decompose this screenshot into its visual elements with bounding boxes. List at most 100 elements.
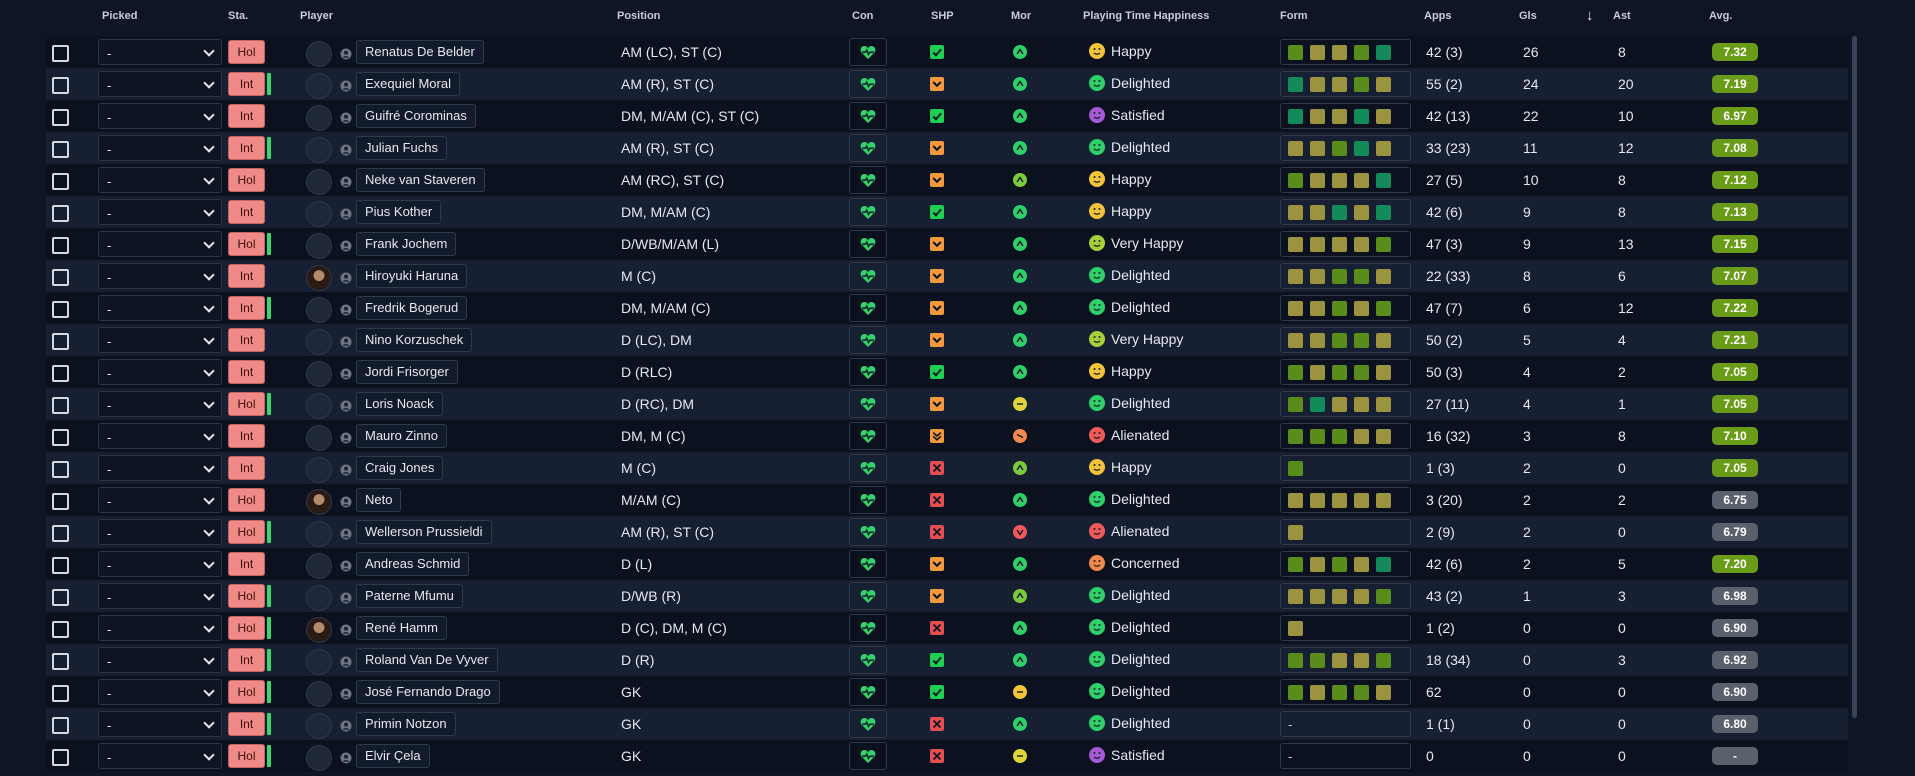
status-badge[interactable]: Int [228,264,265,288]
select-checkbox[interactable] [52,397,69,414]
table-row[interactable]: - Int Nino Korzuschek D (LC), DM Very Happy 5… [46,324,1848,356]
status-badge[interactable]: Int [228,360,265,384]
player-name-link[interactable]: René Hamm [356,616,447,640]
player-name-link[interactable]: José Fernando Drago [356,680,500,704]
col-picked-header[interactable]: Picked [102,10,137,22]
player-name-link[interactable]: Neke van Staveren [356,168,485,192]
picked-dropdown[interactable]: - [98,135,222,161]
player-name-link[interactable]: Renatus De Belder [356,40,484,64]
player-name-link[interactable]: Mauro Zinno [356,424,447,448]
status-badge[interactable]: Hol [228,680,265,704]
table-row[interactable]: - Int Guifré Corominas DM, M/AM (C), ST (C)… [46,100,1848,132]
table-row[interactable]: - Int Jordi Frisorger D (RLC) Happy 50 (3) 4 2 7… [46,356,1848,388]
table-row[interactable]: - Hol Elvir Çela GK Satisfied - 0 0 0 - [46,740,1848,772]
select-checkbox[interactable] [52,685,69,702]
status-badge[interactable]: Int [228,72,265,96]
table-row[interactable]: - Hol José Fernando Drago GK Delighted 62 0 0 6.… [46,676,1848,708]
picked-dropdown[interactable]: - [98,199,222,225]
table-row[interactable]: - Hol Loris Noack D (RC), DM Delighted 27 (11… [46,388,1848,420]
picked-dropdown[interactable]: - [98,167,222,193]
select-checkbox[interactable] [52,749,69,766]
status-badge[interactable]: Hol [228,392,265,416]
select-checkbox[interactable] [52,461,69,478]
col-playing-time-header[interactable]: Playing Time Happiness [1083,10,1209,22]
status-badge[interactable]: Int [228,712,265,736]
picked-dropdown[interactable]: - [98,551,222,577]
table-row[interactable]: - Int Julian Fuchs AM (R), ST (C) Delighted 3… [46,132,1848,164]
table-row[interactable]: - Int Primin Notzon GK Delighted - 1 (1) 0 0 6.80 [46,708,1848,740]
col-avg-rating-header[interactable]: Avg. [1709,10,1732,22]
col-form-header[interactable]: Form [1280,10,1308,22]
col-player-header[interactable]: Player [300,10,333,22]
picked-dropdown[interactable]: - [98,295,222,321]
select-checkbox[interactable] [52,557,69,574]
player-name-link[interactable]: Paterne Mfumu [356,584,463,608]
table-row[interactable]: - Int Hiroyuki Haruna M (C) Delighted 22 (33)… [46,260,1848,292]
table-row[interactable]: - Int Mauro Zinno DM, M (C) Alienated 16 (32)… [46,420,1848,452]
status-badge[interactable]: Int [228,328,265,352]
table-row[interactable]: - Int Roland Van De Vyver D (R) Delighted 18 … [46,644,1848,676]
select-checkbox[interactable] [52,621,69,638]
picked-dropdown[interactable]: - [98,743,222,769]
status-badge[interactable]: Int [228,424,265,448]
player-name-link[interactable]: Jordi Frisorger [356,360,458,384]
picked-dropdown[interactable]: - [98,231,222,257]
select-checkbox[interactable] [52,589,69,606]
status-badge[interactable]: Hol [228,488,265,512]
select-checkbox[interactable] [52,717,69,734]
picked-dropdown[interactable]: - [98,455,222,481]
player-name-link[interactable]: Primin Notzon [356,712,456,736]
select-checkbox[interactable] [52,205,69,222]
select-checkbox[interactable] [52,269,69,286]
picked-dropdown[interactable]: - [98,711,222,737]
player-name-link[interactable]: Elvir Çela [356,744,430,768]
table-row[interactable]: - Hol René Hamm D (C), DM, M (C) Delighted 1 … [46,612,1848,644]
status-badge[interactable]: Int [228,456,265,480]
table-row[interactable]: - Hol Renatus De Belder AM (LC), ST (C) Happ… [46,36,1848,68]
player-name-link[interactable]: Hiroyuki Haruna [356,264,468,288]
status-badge[interactable]: Hol [228,744,265,768]
player-name-link[interactable]: Fredrik Bogerud [356,296,468,320]
select-checkbox[interactable] [52,333,69,350]
col-morale-header[interactable]: Mor [1011,10,1031,22]
picked-dropdown[interactable]: - [98,615,222,641]
col-goals-header[interactable]: Gls [1519,10,1537,22]
player-name-link[interactable]: Pius Kother [356,200,442,224]
player-name-link[interactable]: Exequiel Moral [356,72,460,96]
select-checkbox[interactable] [52,141,69,158]
table-row[interactable]: - Int Andreas Schmid D (L) Concerned 42 (6) 2 5… [46,548,1848,580]
select-checkbox[interactable] [52,77,69,94]
picked-dropdown[interactable]: - [98,679,222,705]
select-checkbox[interactable] [52,429,69,446]
arrow-down-icon[interactable]: ↓ [1586,7,1594,24]
table-row[interactable]: - Int Fredrik Bogerud DM, M/AM (C) Delighted… [46,292,1848,324]
player-name-link[interactable]: Craig Jones [356,456,444,480]
status-badge[interactable]: Hol [228,616,265,640]
col-condition-header[interactable]: Con [852,10,873,22]
col-assists-header[interactable]: Ast [1613,10,1631,22]
table-row[interactable]: - Hol Paterne Mfumu D/WB (R) Delighted 43 (2)… [46,580,1848,612]
col-shp-header[interactable]: SHP [931,10,954,22]
col-apps-header[interactable]: Apps [1424,10,1452,22]
select-checkbox[interactable] [52,525,69,542]
picked-dropdown[interactable]: - [98,103,222,129]
select-checkbox[interactable] [52,237,69,254]
player-name-link[interactable]: Guifré Corominas [356,104,476,128]
select-checkbox[interactable] [52,365,69,382]
table-row[interactable]: - Int Craig Jones M (C) Happy 1 (3) 2 0 7.05 [46,452,1848,484]
player-name-link[interactable]: Andreas Schmid [356,552,470,576]
status-badge[interactable]: Hol [228,40,265,64]
picked-dropdown[interactable]: - [98,359,222,385]
player-name-link[interactable]: Roland Van De Vyver [356,648,498,672]
status-badge[interactable]: Int [228,104,265,128]
status-badge[interactable]: Hol [228,232,265,256]
select-checkbox[interactable] [52,493,69,510]
table-row[interactable]: - Hol Neke van Staveren AM (RC), ST (C) Happ… [46,164,1848,196]
status-badge[interactable]: Int [228,648,265,672]
select-checkbox[interactable] [52,45,69,62]
status-badge[interactable]: Int [228,200,265,224]
picked-dropdown[interactable]: - [98,39,222,65]
select-checkbox[interactable] [52,653,69,670]
status-badge[interactable]: Int [228,136,265,160]
table-row[interactable]: - Hol Frank Jochem D/WB/M/AM (L) Very Happy 4… [46,228,1848,260]
